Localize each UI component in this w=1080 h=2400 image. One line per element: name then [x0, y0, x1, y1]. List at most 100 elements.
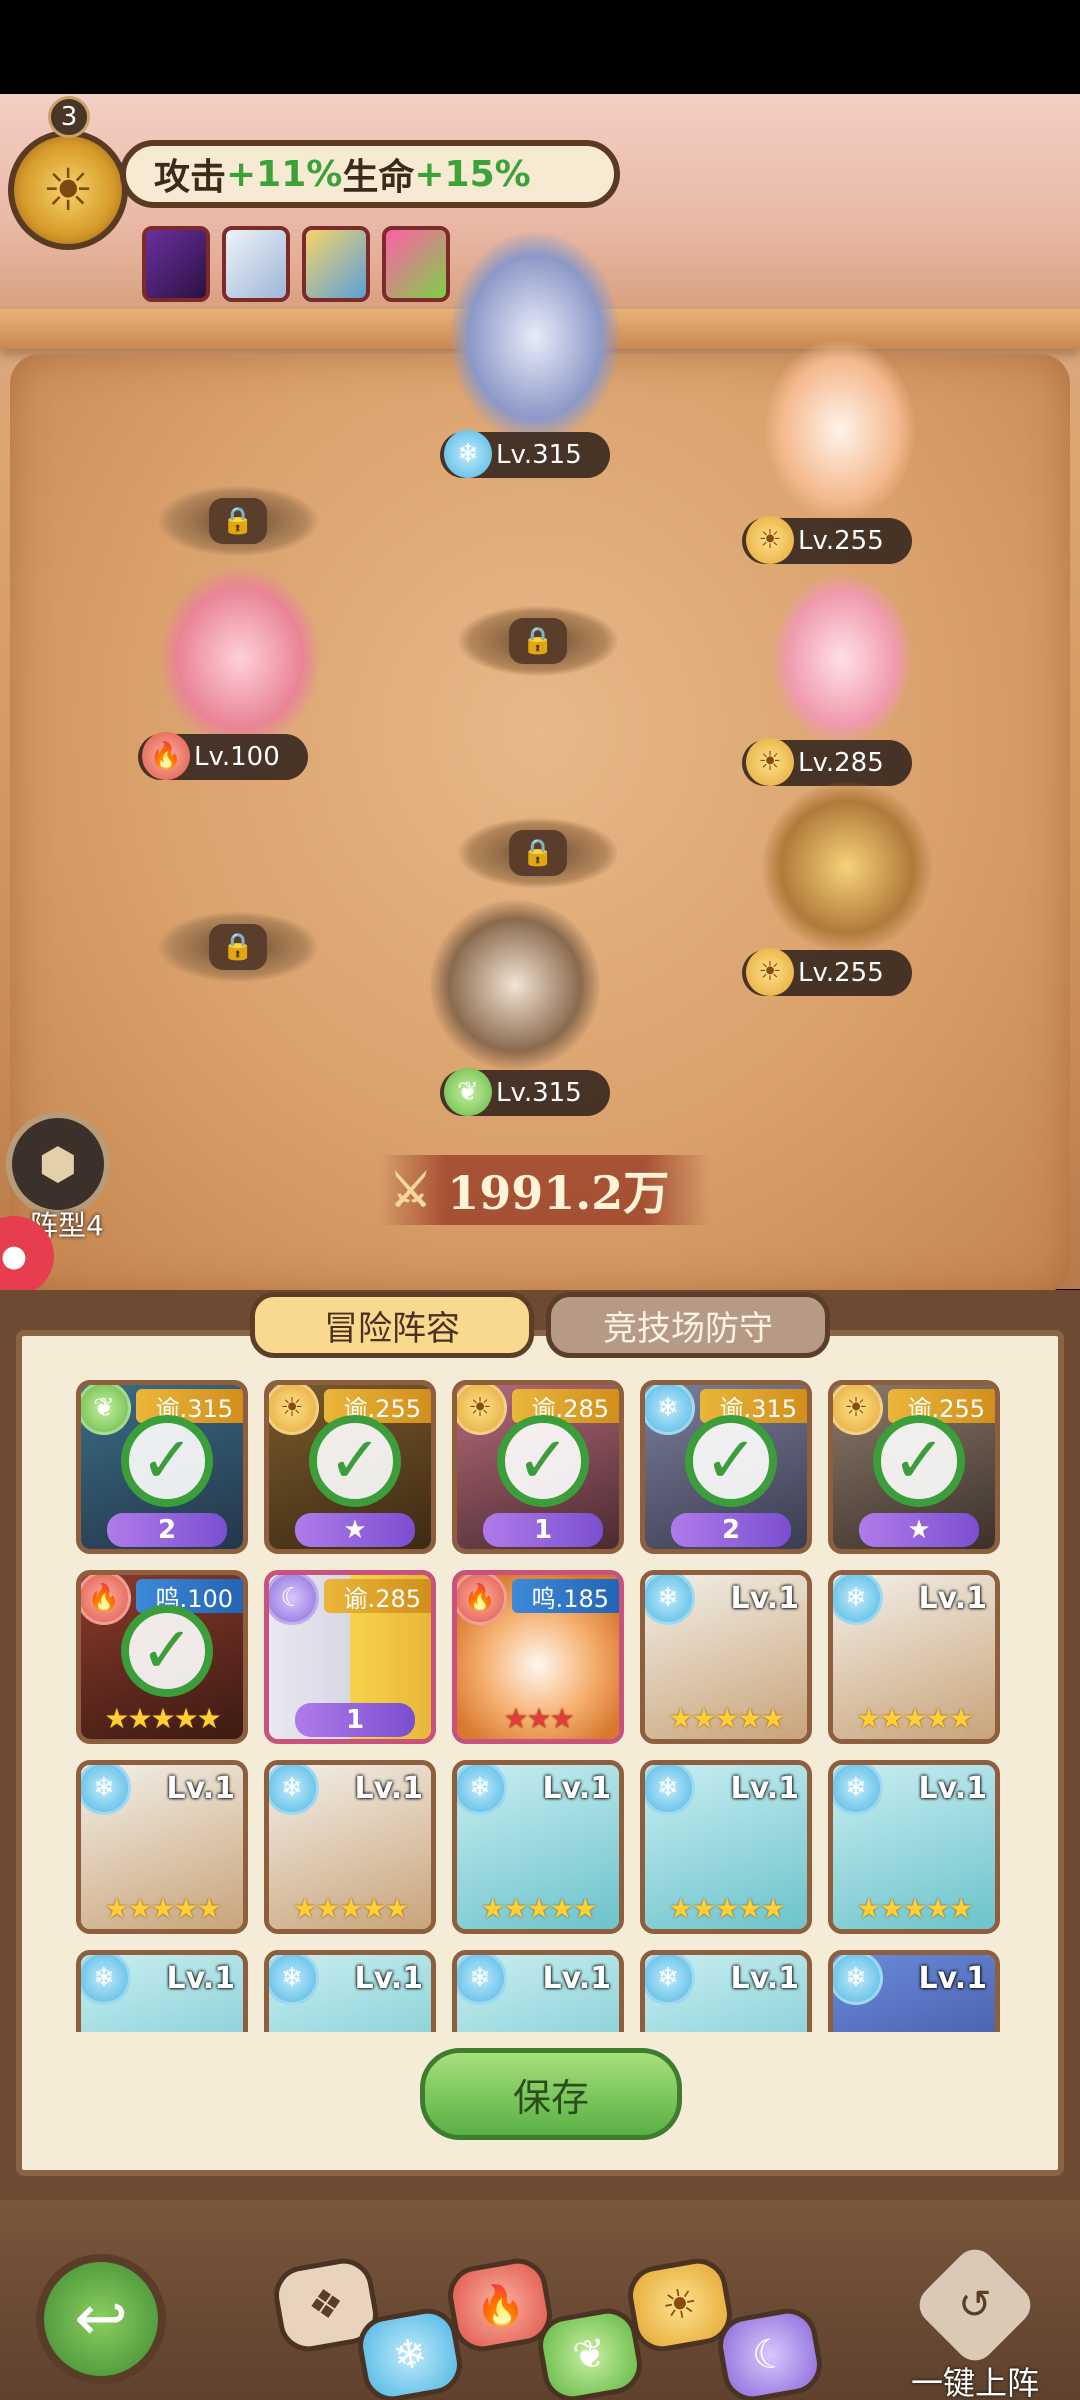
leaf-icon: ❦: [81, 1385, 131, 1435]
hero-card[interactable]: ☾ 谕.285 1: [264, 1570, 436, 1744]
water-icon: ❄: [81, 1955, 131, 2005]
water-icon: ❄: [833, 1765, 883, 1815]
game-screen: ☀ 3 攻击 +11% 生命 +15% ❄ Lv.315 ☀ Lv.255 🔥 Lv.100…: [0, 0, 1080, 2400]
faction-buff-icon[interactable]: ☀: [8, 130, 128, 250]
hero-card-level: 谕.285: [323, 1579, 431, 1613]
one-key-deploy-button[interactable]: ↺ 一键上阵: [900, 2241, 1050, 2400]
locked-slot[interactable]: 🔒: [458, 606, 618, 676]
combat-power-value: 1991.2万: [447, 1166, 670, 1220]
fire-icon: 🔥: [142, 732, 190, 780]
hero-level-pill: 🔥 Lv.100: [138, 732, 308, 780]
hero-card-level: Lv.1: [918, 1961, 988, 1996]
lock-icon: 🔒: [509, 618, 567, 664]
hero-card-level: Lv.1: [166, 1771, 236, 1806]
water-icon: ❄: [645, 1765, 695, 1815]
buff-hp-label: 生命: [342, 157, 415, 198]
fire-icon: 🔥: [81, 1575, 131, 1625]
save-button[interactable]: 保存: [420, 2048, 682, 2140]
hero-card[interactable]: ☀ 谕.255 ✓ ★: [828, 1380, 1000, 1554]
hero-card-rank: 1: [483, 1513, 603, 1547]
selected-check-icon: ✓: [873, 1415, 965, 1507]
faction-icon-4[interactable]: [382, 226, 450, 302]
hero-card-stars: ★★★★★: [856, 1892, 974, 1925]
hero-level: Lv.255: [798, 958, 884, 988]
hero-fox[interactable]: [765, 340, 915, 520]
water-icon: ❄: [269, 1955, 319, 2005]
hero-card[interactable]: ❄ Lv.1: [640, 1950, 812, 2032]
lock-icon: 🔒: [509, 830, 567, 876]
hero-card[interactable]: ☀ 谕.255 ✓ ★: [264, 1380, 436, 1554]
hero-card-stars: ★★★★★: [668, 1702, 786, 1735]
leaf-icon: ❦: [444, 1068, 492, 1116]
hero-warrior[interactable]: [762, 782, 932, 952]
water-icon: ❄: [645, 1575, 695, 1625]
hero-card[interactable]: ❄ Lv.1 ★★★★★: [452, 1760, 624, 1934]
hero-level-pill: ☀ Lv.255: [742, 516, 912, 564]
moon-icon: ☾: [269, 1575, 319, 1625]
hero-level: Lv.315: [496, 1078, 582, 1108]
hero-card-stars: ★★★★★: [104, 1892, 222, 1925]
buff-bar: 攻击 +11% 生命 +15%: [120, 140, 620, 208]
tab-arena-defense[interactable]: 竞技场防守: [546, 1292, 830, 1358]
hero-card[interactable]: ❄ Lv.1 ★★★★★: [640, 1760, 812, 1934]
faction-icon-1[interactable]: [142, 226, 210, 302]
back-button[interactable]: ↩: [36, 2254, 166, 2384]
hero-card[interactable]: ❄ Lv.1 ★★★★★: [828, 1570, 1000, 1744]
hero-nurse[interactable]: [772, 574, 912, 744]
sun-icon: ☀: [746, 738, 794, 786]
hero-card[interactable]: ❄ Lv.1 ★★★★★: [640, 1570, 812, 1744]
locked-slot[interactable]: 🔒: [458, 818, 618, 888]
sun-icon: ☀: [833, 1385, 883, 1435]
faction-icon-2[interactable]: [222, 226, 290, 302]
hero-level: Lv.315: [496, 440, 582, 470]
hero-card[interactable]: ❄ Lv.1: [76, 1950, 248, 2032]
deploy-icon: ↺: [911, 2241, 1039, 2369]
hero-card-stars: ★★★★★: [668, 1892, 786, 1925]
hero-card-level: Lv.1: [918, 1581, 988, 1616]
selected-check-icon: ✓: [121, 1415, 213, 1507]
hero-card[interactable]: 🔥 鸣.100 ✓ ★★★★★: [76, 1570, 248, 1744]
water-icon: ❄: [269, 1765, 319, 1815]
hero-card-level: Lv.1: [730, 1771, 800, 1806]
hero-level-pill: ❦ Lv.315: [440, 1068, 610, 1116]
faction-icons: [142, 226, 450, 302]
hero-witch[interactable]: [450, 232, 620, 442]
hero-card-level: Lv.1: [354, 1961, 424, 1996]
tab-adventure[interactable]: 冒险阵容: [250, 1292, 534, 1358]
hero-card-level: Lv.1: [166, 1961, 236, 1996]
hero-card[interactable]: ❄ Lv.1: [264, 1950, 436, 2032]
locked-slot[interactable]: 🔒: [158, 486, 318, 556]
water-icon: ❄: [833, 1955, 883, 2005]
hero-pink[interactable]: [160, 568, 320, 748]
hero-card-stars: ★★★★★: [292, 1892, 410, 1925]
hero-card-rank: 2: [671, 1513, 791, 1547]
selected-check-icon: ✓: [121, 1605, 213, 1697]
sun-icon: ☀: [746, 516, 794, 564]
hero-boy[interactable]: [430, 900, 600, 1070]
hero-card-level: Lv.1: [730, 1581, 800, 1616]
hero-card[interactable]: ☀ 谕.285 ✓ 1: [452, 1380, 624, 1554]
hero-card-level: Lv.1: [918, 1771, 988, 1806]
formation-button[interactable]: ⬢: [6, 1112, 110, 1216]
faction-icon-3[interactable]: [302, 226, 370, 302]
hero-card[interactable]: 🔥 鸣.185 ★★★: [452, 1570, 624, 1744]
buff-hp-value: +15%: [414, 153, 531, 195]
water-icon: ❄: [833, 1575, 883, 1625]
sun-icon: ☀: [746, 948, 794, 996]
hero-card[interactable]: ❄ Lv.1 ★★★★★: [264, 1760, 436, 1934]
lock-icon: 🔒: [209, 924, 267, 970]
water-icon: ❄: [457, 1765, 507, 1815]
one-key-label: 一键上阵: [910, 2364, 1039, 2400]
buff-attack-value: +11%: [226, 153, 343, 195]
hero-card[interactable]: ❄ 谕.315 ✓ 2: [640, 1380, 812, 1554]
hero-card[interactable]: ❄ Lv.1: [828, 1950, 1000, 2032]
locked-slot[interactable]: 🔒: [158, 912, 318, 982]
hero-card[interactable]: ❦ 谕.315 ✓ 2: [76, 1380, 248, 1554]
hero-card[interactable]: ❄ Lv.1 ★★★★★: [76, 1760, 248, 1934]
hero-level: Lv.255: [798, 526, 884, 556]
hero-card-level: 鸣.185: [511, 1579, 619, 1613]
hero-card[interactable]: ❄ Lv.1 ★★★★★: [828, 1760, 1000, 1934]
hero-card[interactable]: ❄ Lv.1: [452, 1950, 624, 2032]
hero-card-level: Lv.1: [542, 1961, 612, 1996]
lock-icon: 🔒: [209, 498, 267, 544]
